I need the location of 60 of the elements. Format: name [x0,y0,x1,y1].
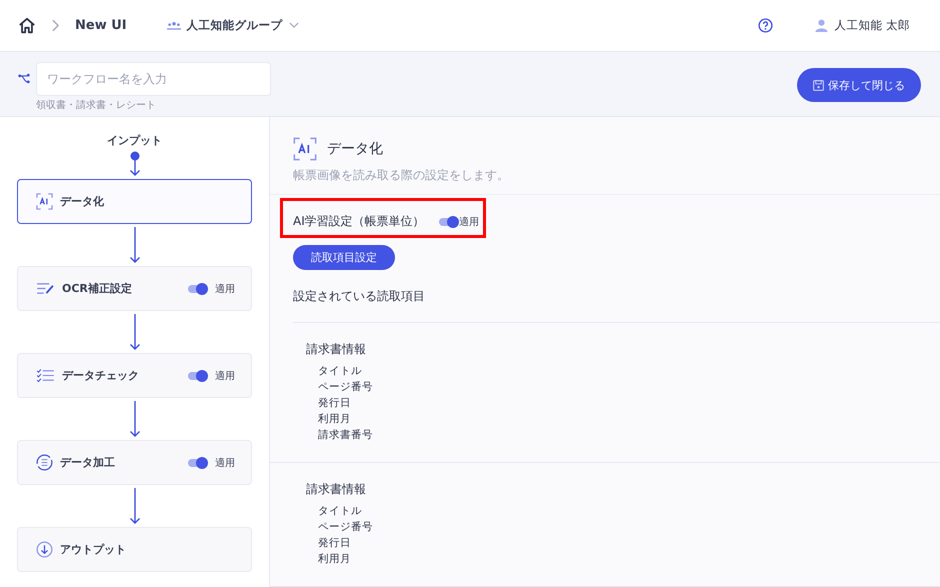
lines-pen-icon [36,282,55,295]
input-label: インプット [107,133,162,148]
apply-toggle[interactable] [188,372,205,380]
flow-arrow [128,313,140,351]
apply-toggle[interactable] [188,458,205,466]
reading-item: ページ番号 [318,380,374,395]
workflow-icon [18,73,30,84]
toggle-label: 適用 [458,216,479,228]
user-menu[interactable]: 人工知能 太郎 [815,18,910,33]
help-icon[interactable] [758,18,774,33]
reading-item: 請求書番号 [318,428,374,443]
step-card[interactable]: OCR補正設定 適用 [17,266,252,311]
ai-learning-toggle[interactable] [438,218,456,226]
checklist-icon [36,369,55,382]
chevron-down-icon [288,22,299,29]
save-and-close-button[interactable]: 保存して閉じる [797,68,921,102]
start-arrow [128,151,140,177]
step-card[interactable]: アウトプット [17,527,252,572]
step-label: データチェック [62,368,139,383]
group-title: 請求書情報 [306,341,367,358]
ai-icon [36,193,53,210]
workflow-name-field[interactable]: ワークフロー名を入力 [36,62,271,96]
section-title: データ化 [327,140,383,158]
section-description: 帳票画像を読み取る際の設定をします。 [293,167,509,184]
chevron-right-icon [52,19,59,32]
breadcrumb-label[interactable]: New UI [75,18,127,33]
reading-item: 利用月 [318,412,352,427]
ai-learning-label: AI学習設定（帳票単位） [293,213,425,230]
reading-item: タイトル [318,504,363,519]
workflow-hint: 領収書・請求書・レシート [36,98,157,112]
reading-item: タイトル [318,364,363,379]
download-circle-icon [36,541,53,558]
step-card[interactable]: データ化 [17,179,252,224]
reading-item: 発行日 [318,536,352,551]
reading-item: 発行日 [318,396,352,411]
toggle-label: 適用 [215,370,235,382]
home-icon[interactable] [18,16,36,34]
reading-item: 利用月 [318,552,352,567]
group-selector[interactable]: 人工知能グループ [166,18,299,33]
ai-icon [293,137,317,161]
step-label: アウトプット [60,542,126,557]
group-icon [166,21,181,30]
step-card[interactable]: データ加工 適用 [17,440,252,485]
apply-toggle[interactable] [188,284,205,292]
step-card[interactable]: データチェック 適用 [17,353,252,398]
step-label: データ加工 [60,455,115,470]
toggle-label: 適用 [215,282,235,296]
group-title: 請求書情報 [306,481,367,498]
reading-items-heading: 設定されている読取項目 [293,288,940,323]
step-label: データ化 [60,194,104,209]
flow-arrow [128,226,140,264]
flow-arrow [128,487,140,525]
list-cycle-icon [36,454,53,471]
toggle-label: 適用 [215,456,235,470]
flow-arrow [128,400,140,438]
reading-item: ページ番号 [318,520,374,535]
save-icon [813,80,824,90]
reading-items-button[interactable]: 読取項目設定 [293,245,395,270]
user-icon [815,19,828,32]
step-label: OCR補正設定 [62,281,132,296]
